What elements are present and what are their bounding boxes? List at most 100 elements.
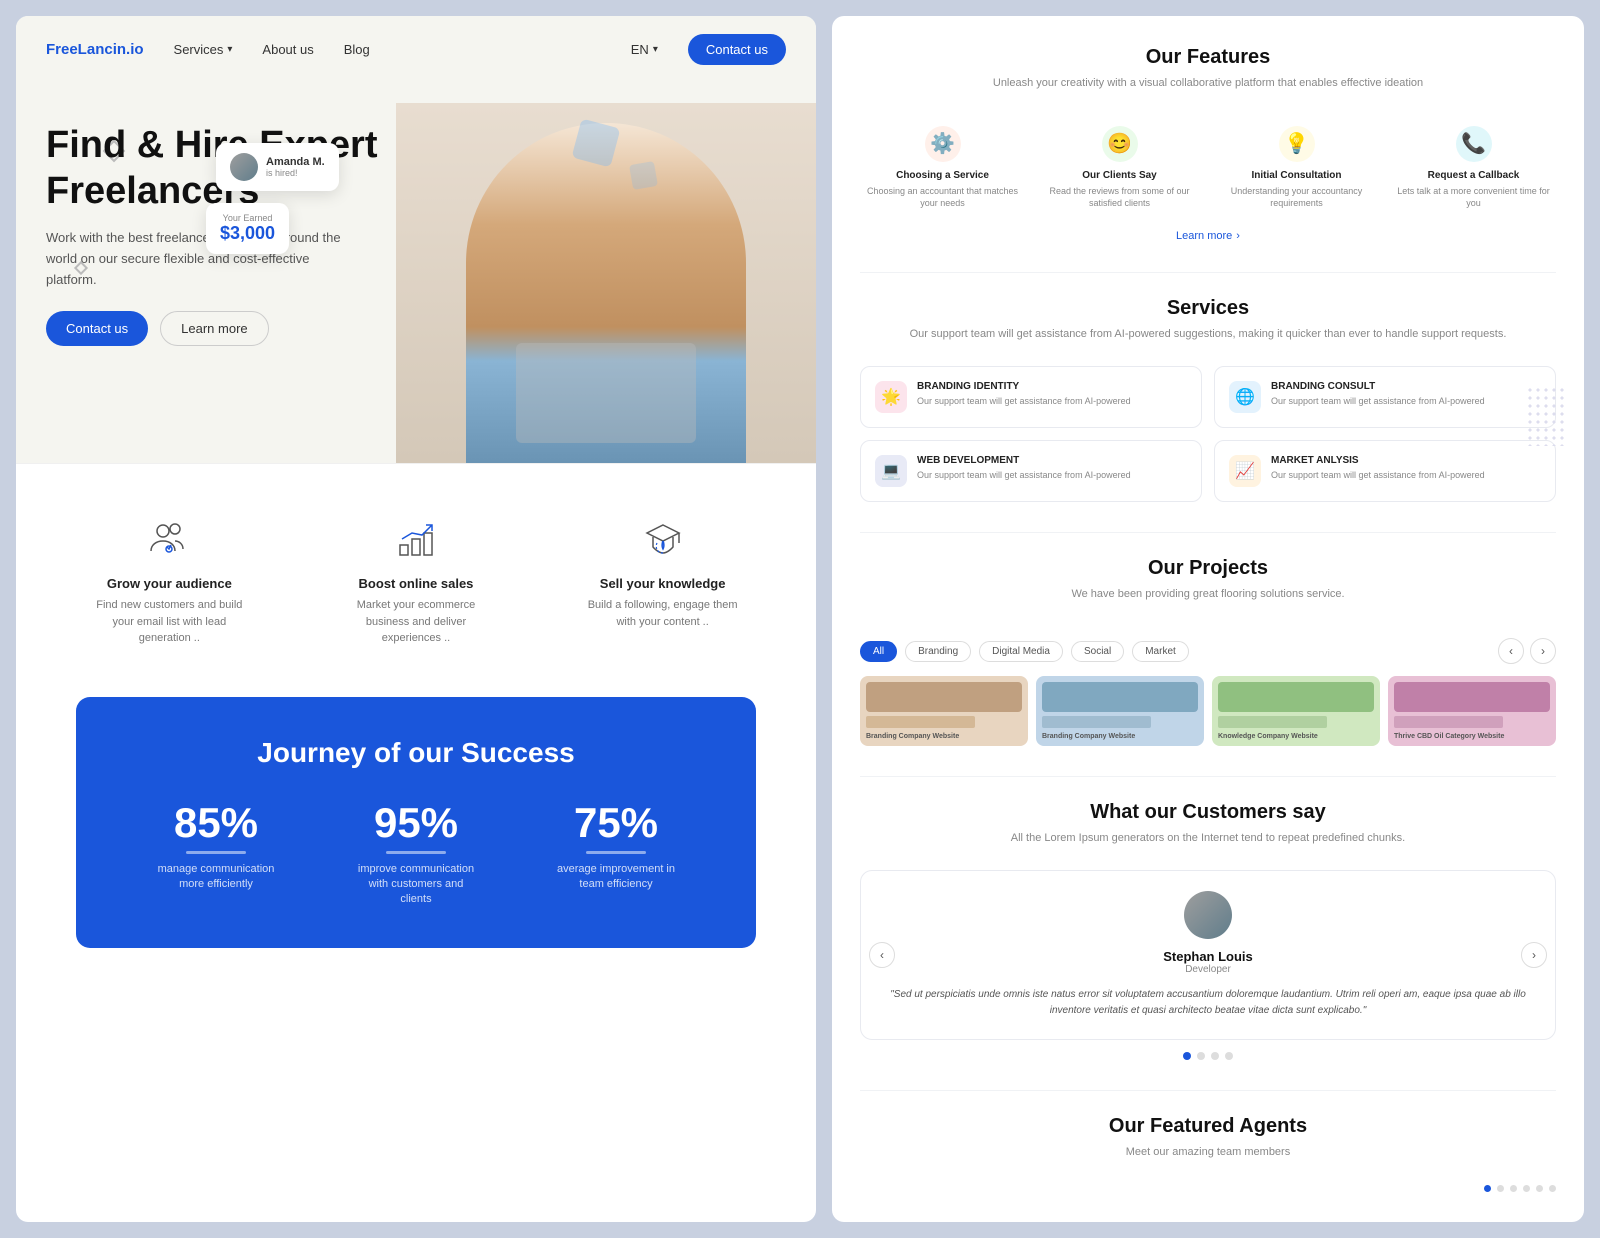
tab-all[interactable]: All — [860, 641, 897, 662]
testimonial-dot-1[interactable] — [1197, 1052, 1205, 1060]
our-feature-desc-1: Read the reviews from some of our satisf… — [1043, 185, 1196, 210]
projects-next-arrow[interactable]: › — [1530, 638, 1556, 664]
hired-status: is hired! — [266, 168, 325, 178]
project-img-placeholder — [866, 682, 1022, 712]
stat-number-1: 95% — [356, 799, 476, 847]
features-section: Grow your audience Find new customers an… — [16, 463, 816, 697]
boost-sales-icon — [391, 514, 441, 564]
our-feature-0: ⚙️ Choosing a Service Choosing an accoun… — [860, 116, 1025, 220]
tab-digital-media[interactable]: Digital Media — [979, 641, 1063, 662]
testimonial-dot-2[interactable] — [1211, 1052, 1219, 1060]
learn-more-link[interactable]: Learn more › — [860, 230, 1556, 242]
arrow-right-icon: › — [1236, 230, 1240, 242]
stat-underline-1 — [386, 851, 446, 854]
project-label-3: Thrive CBD Oil Category Website — [1394, 733, 1550, 740]
customers-subtitle: All the Lorem Ipsum generators on the In… — [860, 830, 1556, 847]
our-features-section: Our Features Unleash your creativity wit… — [860, 46, 1556, 242]
feature-title-2: Sell your knowledge — [600, 576, 726, 591]
deco-shape-2 — [629, 161, 658, 190]
services-title: Services — [860, 297, 1556, 320]
agent-dot-3[interactable] — [1523, 1185, 1530, 1192]
agent-dot-4[interactable] — [1536, 1185, 1543, 1192]
earn-label: Your Earned — [220, 213, 275, 223]
service-desc-0: Our support team will get assistance fro… — [917, 395, 1131, 408]
testimonial-avatar — [1184, 891, 1232, 939]
tab-market[interactable]: Market — [1132, 641, 1189, 662]
projects-prev-arrow[interactable]: ‹ — [1498, 638, 1524, 664]
callback-icon: 📞 — [1456, 126, 1492, 162]
nav-contact-button[interactable]: Contact us — [688, 34, 786, 65]
project-thumb-1[interactable]: Branding Company Website — [1036, 676, 1204, 746]
our-feature-desc-3: Lets talk at a more convenient time for … — [1397, 185, 1550, 210]
agent-dot-2[interactable] — [1510, 1185, 1517, 1192]
testimonial-wrapper: ‹ › Stephan Louis Developer "Sed ut pers… — [860, 870, 1556, 1060]
service-card-2: 💻 WEB DEVELOPMENT Our support team will … — [860, 440, 1202, 502]
our-feature-name-1: Our Clients Say — [1082, 170, 1156, 181]
project-label-2: Knowledge Company Website — [1218, 733, 1374, 740]
stats-section: Journey of our Success 85% manage commun… — [76, 697, 756, 948]
projects-title: Our Projects — [860, 557, 1556, 580]
services-section: Services Our support team will get assis… — [860, 297, 1556, 503]
stat-number-0: 85% — [156, 799, 276, 847]
hero-image — [396, 103, 816, 463]
testimonial-next-arrow[interactable]: › — [1521, 942, 1547, 968]
project-thumb-0[interactable]: Branding Company Website — [860, 676, 1028, 746]
our-feature-3: 📞 Request a Callback Lets talk at a more… — [1391, 116, 1556, 220]
stat-label-0: manage communication more efficiently — [156, 862, 276, 893]
project-label-0: Branding Company Website — [866, 733, 1022, 740]
testimonial-dot-3[interactable] — [1225, 1052, 1233, 1060]
projects-tabs: All Branding Digital Media Social Market — [860, 641, 1189, 662]
feature-item-2: Sell your knowledge Build a following, e… — [583, 514, 743, 630]
service-card-1: 🌐 BRANDING CONSULT Our support team will… — [1214, 366, 1556, 428]
featured-agents-title: Our Featured Agents — [860, 1115, 1556, 1138]
agent-dot-1[interactable] — [1497, 1185, 1504, 1192]
testimonial-text: "Sed ut perspiciatis unde omnis iste nat… — [881, 987, 1535, 1019]
stat-underline-2 — [586, 851, 646, 854]
agent-dot-0[interactable] — [1484, 1185, 1491, 1192]
project-thumb-2[interactable]: Knowledge Company Website — [1212, 676, 1380, 746]
service-name-2: WEB DEVELOPMENT — [917, 455, 1131, 466]
hero-person-bg — [396, 103, 816, 463]
nav-link-blog[interactable]: Blog — [344, 42, 370, 57]
feature-desc-1: Market your ecommerce business and deliv… — [336, 597, 496, 647]
our-feature-1: 😊 Our Clients Say Read the reviews from … — [1037, 116, 1202, 220]
stat-label-2: average improvement in team efficiency — [556, 862, 676, 893]
web-dev-icon: 💻 — [875, 455, 907, 487]
left-panel: FreeLancin.io Services About us Blog EN … — [16, 16, 816, 1222]
choosing-service-icon: ⚙️ — [925, 126, 961, 162]
nav-link-services[interactable]: Services — [174, 42, 233, 57]
our-feature-name-2: Initial Consultation — [1252, 170, 1342, 181]
project-img-line-2 — [1218, 716, 1327, 728]
hero-learn-button[interactable]: Learn more — [160, 311, 268, 346]
our-features-subtitle: Unleash your creativity with a visual co… — [860, 75, 1556, 92]
stats-grid: 85% manage communication more efficientl… — [116, 799, 716, 908]
nav-logo[interactable]: FreeLancin.io — [46, 41, 144, 58]
services-grid: 🌟 BRANDING IDENTITY Our support team wil… — [860, 366, 1556, 502]
sell-knowledge-icon — [638, 514, 688, 564]
divider-2 — [860, 532, 1556, 533]
service-name-3: MARKET ANLYSIS — [1271, 455, 1485, 466]
hero-contact-button[interactable]: Contact us — [46, 311, 148, 346]
service-desc-1: Our support team will get assistance fro… — [1271, 395, 1485, 408]
project-thumb-3[interactable]: Thrive CBD Oil Category Website — [1388, 676, 1556, 746]
feature-desc-0: Find new customers and build your email … — [89, 597, 249, 647]
featured-agents-section: Our Featured Agents Meet our amazing tea… — [860, 1115, 1556, 1192]
grow-audience-icon — [144, 514, 194, 564]
feature-item-1: Boost online sales Market your ecommerce… — [336, 514, 496, 647]
featured-agents-subtitle: Meet our amazing team members — [860, 1144, 1556, 1161]
testimonial-prev-arrow[interactable]: ‹ — [869, 942, 895, 968]
branding-identity-icon: 🌟 — [875, 381, 907, 413]
hero-laptop — [516, 343, 696, 443]
agent-dot-5[interactable] — [1549, 1185, 1556, 1192]
float-card-hire: Amanda M. is hired! — [216, 143, 339, 191]
customers-section: What our Customers say All the Lorem Ips… — [860, 801, 1556, 1061]
feature-item-0: Grow your audience Find new customers an… — [89, 514, 249, 647]
nav-lang[interactable]: EN — [631, 42, 658, 57]
nav-link-about[interactable]: About us — [262, 42, 313, 57]
nav: FreeLancin.io Services About us Blog EN … — [16, 16, 816, 83]
tab-branding[interactable]: Branding — [905, 641, 971, 662]
testimonial-dot-0[interactable] — [1183, 1052, 1191, 1060]
testimonial-dots — [860, 1052, 1556, 1060]
our-feature-desc-2: Understanding your accountancy requireme… — [1220, 185, 1373, 210]
tab-social[interactable]: Social — [1071, 641, 1124, 662]
